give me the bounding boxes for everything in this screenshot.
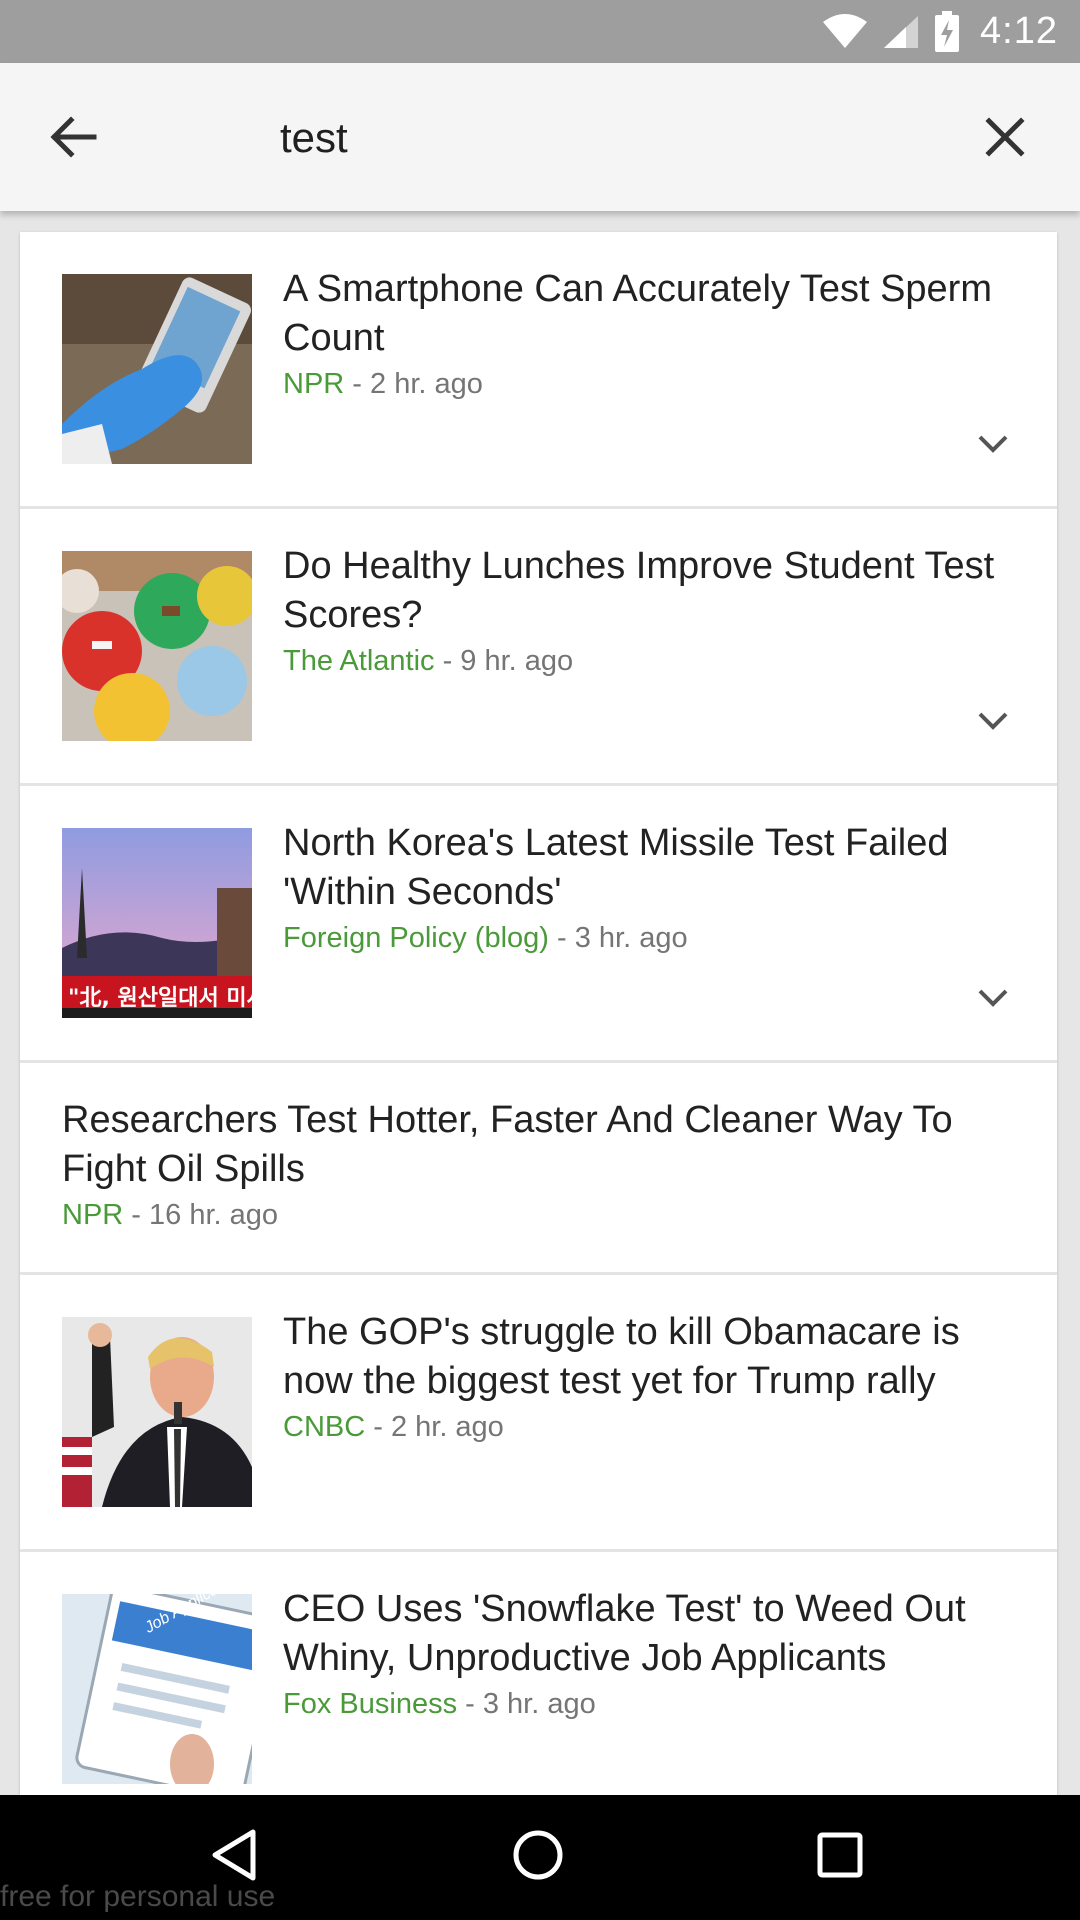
news-card[interactable]: Do Healthy Lunches Improve Student Test … [20, 509, 1057, 786]
article-meta: The Atlantic - 9 hr. ago [283, 642, 1027, 680]
article-text: A Smartphone Can Accurately Test Sperm C… [283, 265, 1027, 403]
article-headline: Researchers Test Hotter, Faster And Clea… [62, 1099, 953, 1190]
article-headline: North Korea's Latest Missile Test Failed… [283, 822, 949, 913]
news-card[interactable]: Researchers Test Hotter, Faster And Clea… [20, 1063, 1057, 1275]
results-list: A Smartphone Can Accurately Test Sperm C… [20, 232, 1057, 1795]
article-time: - 3 hr. ago [548, 922, 688, 954]
search-header [0, 63, 1080, 211]
news-card[interactable]: The GOP's struggle to kill Obamacare is … [20, 1275, 1057, 1552]
arrow-left-icon [50, 116, 97, 158]
chevron-down-icon [978, 712, 1008, 730]
expand-button[interactable] [969, 426, 1017, 462]
back-triangle-icon [212, 1829, 256, 1881]
news-card[interactable]: "北, 원산일대서 미사 North Korea's Latest Missil… [20, 786, 1057, 1063]
article-thumbnail [62, 1317, 252, 1507]
article-source[interactable]: The Atlantic [283, 645, 435, 677]
article-source[interactable]: Fox Business [283, 1688, 457, 1720]
article-time: - 2 hr. ago [365, 1411, 504, 1443]
expand-button[interactable] [969, 980, 1017, 1016]
news-card[interactable]: Job Application CEO Uses 'Snowflake Test… [20, 1552, 1057, 1795]
article-text: North Korea's Latest Missile Test Failed… [283, 819, 1027, 957]
thumbnail-caption: "北, 원산일대서 미사 [68, 986, 252, 1011]
article-time: - 16 hr. ago [123, 1199, 279, 1231]
status-bar: 4:12 [0, 0, 1080, 63]
clock: 4:12 [980, 10, 1058, 52]
nav-recents-button[interactable] [790, 1820, 890, 1890]
chevron-down-icon [978, 435, 1008, 453]
article-text: Researchers Test Hotter, Faster And Clea… [62, 1096, 1027, 1234]
news-card[interactable]: A Smartphone Can Accurately Test Sperm C… [20, 232, 1057, 509]
article-headline: Do Healthy Lunches Improve Student Test … [283, 545, 995, 636]
article-thumbnail: Job Application [62, 1594, 252, 1784]
article-headline: A Smartphone Can Accurately Test Sperm C… [283, 268, 992, 359]
battery-charging-icon [935, 10, 960, 52]
article-meta: NPR - 2 hr. ago [283, 365, 1027, 403]
wifi-icon [823, 13, 868, 48]
article-time: - 9 hr. ago [434, 645, 574, 677]
article-thumbnail [62, 274, 252, 464]
article-thumbnail: "北, 원산일대서 미사 [62, 828, 252, 1018]
clear-search-button[interactable] [960, 101, 1050, 173]
article-meta: CNBC - 2 hr. ago [283, 1408, 1027, 1446]
article-source[interactable]: CNBC [283, 1411, 365, 1443]
home-circle-icon [513, 1830, 563, 1880]
cell-signal-icon [884, 15, 919, 48]
chevron-down-icon [978, 989, 1008, 1007]
article-source[interactable]: Foreign Policy (blog) [283, 922, 549, 954]
search-input[interactable] [280, 103, 920, 173]
article-source[interactable]: NPR [283, 368, 344, 400]
article-headline: The GOP's struggle to kill Obamacare is … [283, 1311, 960, 1402]
back-button[interactable] [30, 101, 116, 173]
expand-button[interactable] [969, 703, 1017, 739]
article-time: - 3 hr. ago [457, 1688, 596, 1720]
close-icon [985, 117, 1025, 157]
article-meta: NPR - 16 hr. ago [62, 1196, 1027, 1234]
article-text: CEO Uses 'Snowflake Test' to Weed Out Wh… [283, 1585, 1027, 1723]
article-time: - 2 hr. ago [344, 368, 483, 400]
nav-home-button[interactable] [488, 1820, 588, 1890]
article-source[interactable]: NPR [62, 1199, 123, 1231]
watermark: free for personal use [0, 1880, 276, 1913]
article-meta: Foreign Policy (blog) - 3 hr. ago [283, 919, 1027, 957]
recents-square-icon [817, 1832, 863, 1878]
article-thumbnail [62, 551, 252, 741]
article-text: Do Healthy Lunches Improve Student Test … [283, 542, 1027, 680]
article-headline: CEO Uses 'Snowflake Test' to Weed Out Wh… [283, 1588, 966, 1679]
article-text: The GOP's struggle to kill Obamacare is … [283, 1308, 1027, 1446]
article-meta: Fox Business - 3 hr. ago [283, 1685, 1027, 1723]
